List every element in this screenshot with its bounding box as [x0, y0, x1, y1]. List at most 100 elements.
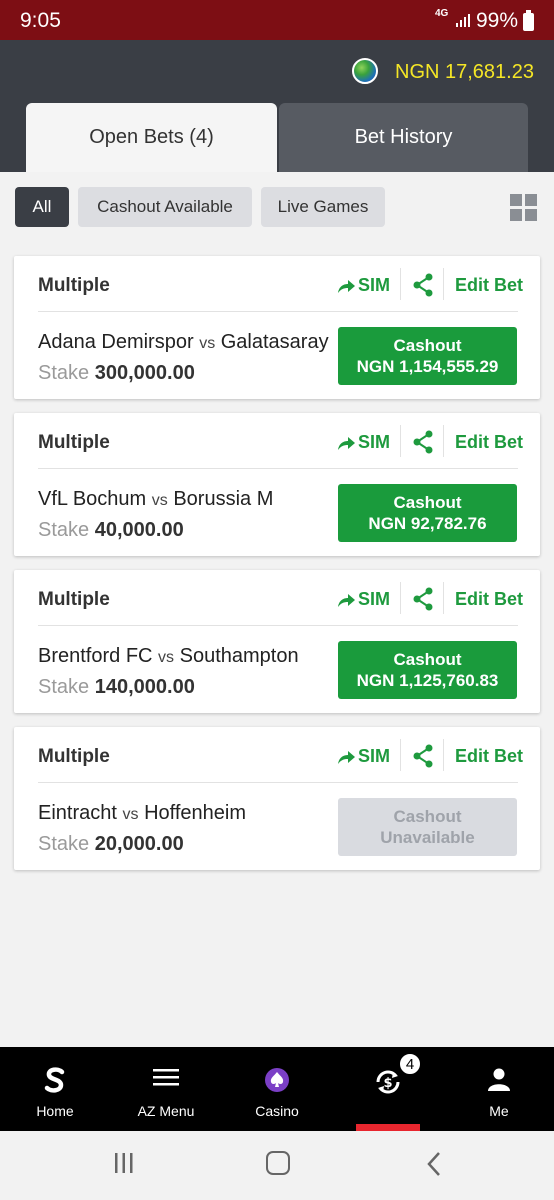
away-team: Borussia M	[173, 488, 274, 510]
home-icon[interactable]	[266, 1151, 290, 1175]
stake: Stake 300,000.00	[38, 362, 195, 385]
cashout-title: Cashout	[393, 650, 462, 669]
match-name: Adana Demirspor vs Galatasaray	[38, 331, 330, 354]
bet-type: Multiple	[38, 275, 110, 296]
edit-bet-button[interactable]: Edit Bet	[455, 432, 523, 453]
grid-view-icon[interactable]	[510, 194, 537, 221]
cashout-button[interactable]: Cashout NGN 1,154,555.29	[338, 327, 517, 385]
stake-label: Stake	[38, 519, 90, 541]
share-icon[interactable]	[412, 587, 434, 611]
cashout-unavailable-button: Cashout Unavailable	[338, 798, 517, 856]
sim-button[interactable]: SIM	[336, 275, 390, 296]
home-team: VfL Bochum	[38, 488, 147, 510]
bet-type: Multiple	[38, 432, 110, 453]
share-arrow-icon	[338, 593, 355, 607]
sim-label: SIM	[358, 746, 391, 766]
cashout-title: Cashout	[393, 807, 462, 826]
nav-label: Me	[489, 1103, 509, 1119]
cashout-value: NGN 92,782.76	[368, 514, 487, 533]
status-bar: 9:05 4G 99%	[0, 0, 554, 40]
away-team: Galatasaray	[220, 331, 329, 353]
account-balance[interactable]: NGN 17,681.23	[395, 61, 534, 84]
match-name: Brentford FC vs Southampton	[38, 645, 330, 668]
share-icon[interactable]	[412, 273, 434, 297]
share-icon[interactable]	[412, 430, 434, 454]
nav-me[interactable]: Me	[444, 1047, 554, 1131]
stake-label: Stake	[38, 833, 90, 855]
cashout-title: Cashout	[393, 336, 462, 355]
battery-icon	[523, 10, 534, 31]
tab-bet-history[interactable]: Bet History	[279, 103, 528, 172]
account-header: NGN 17,681.23 Open Bets (4) Bet History	[0, 40, 554, 172]
share-icon[interactable]	[412, 744, 434, 768]
nav-az-menu[interactable]: AZ Menu	[111, 1047, 221, 1131]
cashout-value: Unavailable	[380, 828, 475, 847]
edit-bet-button[interactable]: Edit Bet	[455, 589, 523, 610]
stake-label: Stake	[38, 676, 90, 698]
bottom-nav: Home AZ Menu Casino $ Me	[0, 1047, 554, 1131]
globe-icon	[352, 58, 378, 84]
battery-percent: 99%	[476, 9, 519, 32]
svg-text:$: $	[383, 1076, 392, 1091]
cashout-value: NGN 1,125,760.83	[356, 671, 499, 690]
stake: Stake 40,000.00	[38, 519, 184, 542]
sim-button[interactable]: SIM	[336, 746, 390, 767]
vs-label: vs	[199, 335, 216, 352]
bet-card[interactable]: Multiple SIM Edit Bet VfL Bochum vs Boru…	[14, 413, 540, 556]
sim-button[interactable]: SIM	[336, 589, 390, 610]
stake-amount: 300,000.00	[94, 362, 195, 384]
user-icon	[488, 1068, 510, 1091]
filter-live-games[interactable]: Live Games	[261, 187, 385, 227]
open-bets-count-badge: 4	[398, 1052, 422, 1076]
sportybet-logo-icon	[44, 1067, 65, 1093]
share-arrow-icon	[338, 279, 355, 293]
bet-card[interactable]: Multiple SIM Edit Bet Brentford FC vs So…	[14, 570, 540, 713]
nav-open-bets[interactable]: $	[333, 1047, 443, 1131]
stake: Stake 20,000.00	[38, 833, 184, 856]
filter-cashout-available[interactable]: Cashout Available	[78, 187, 252, 227]
tab-open-bets[interactable]: Open Bets (4)	[26, 103, 277, 172]
stake: Stake 140,000.00	[38, 676, 195, 699]
vs-label: vs	[158, 649, 175, 666]
clock: 9:05	[20, 9, 61, 32]
vs-label: vs	[122, 806, 139, 823]
sim-label: SIM	[358, 432, 391, 452]
cashout-value: NGN 1,154,555.29	[356, 357, 499, 376]
menu-icon	[153, 1069, 179, 1086]
nav-casino[interactable]: Casino	[222, 1047, 332, 1131]
edit-bet-button[interactable]: Edit Bet	[455, 746, 523, 767]
edit-bet-button[interactable]: Edit Bet	[455, 275, 523, 296]
bet-card[interactable]: Multiple SIM Edit Bet Adana Demirspor vs…	[14, 256, 540, 399]
recent-apps-icon[interactable]	[113, 1152, 135, 1174]
network-type: 4G	[435, 8, 449, 19]
home-team: Adana Demirspor	[38, 331, 194, 353]
nav-label: Casino	[255, 1103, 299, 1119]
share-arrow-icon	[338, 436, 355, 450]
match-name: VfL Bochum vs Borussia M	[38, 488, 330, 511]
sim-label: SIM	[358, 589, 391, 609]
filter-all[interactable]: All	[15, 187, 69, 227]
stake-amount: 140,000.00	[94, 676, 195, 698]
sim-label: SIM	[358, 275, 391, 295]
cashout-button[interactable]: Cashout NGN 1,125,760.83	[338, 641, 517, 699]
nav-label: AZ Menu	[137, 1103, 195, 1119]
bet-card[interactable]: Multiple SIM Edit Bet Eintracht vs Hoffe…	[14, 727, 540, 870]
spade-icon	[265, 1068, 289, 1092]
match-name: Eintracht vs Hoffenheim	[38, 802, 330, 825]
away-team: Southampton	[179, 645, 299, 667]
sim-button[interactable]: SIM	[336, 432, 390, 453]
nav-label: Home	[36, 1103, 74, 1119]
vs-label: vs	[151, 492, 168, 509]
stake-label: Stake	[38, 362, 90, 384]
share-arrow-icon	[338, 750, 355, 764]
home-team: Brentford FC	[38, 645, 153, 667]
nav-home[interactable]: Home	[0, 1047, 110, 1131]
home-team: Eintracht	[38, 802, 117, 824]
cashout-button[interactable]: Cashout NGN 92,782.76	[338, 484, 517, 542]
back-icon[interactable]	[426, 1151, 442, 1177]
bet-type: Multiple	[38, 589, 110, 610]
system-nav-bar	[0, 1131, 554, 1200]
stake-amount: 40,000.00	[94, 519, 184, 541]
bet-type: Multiple	[38, 746, 110, 767]
cashout-bets-icon: $	[376, 1070, 400, 1094]
